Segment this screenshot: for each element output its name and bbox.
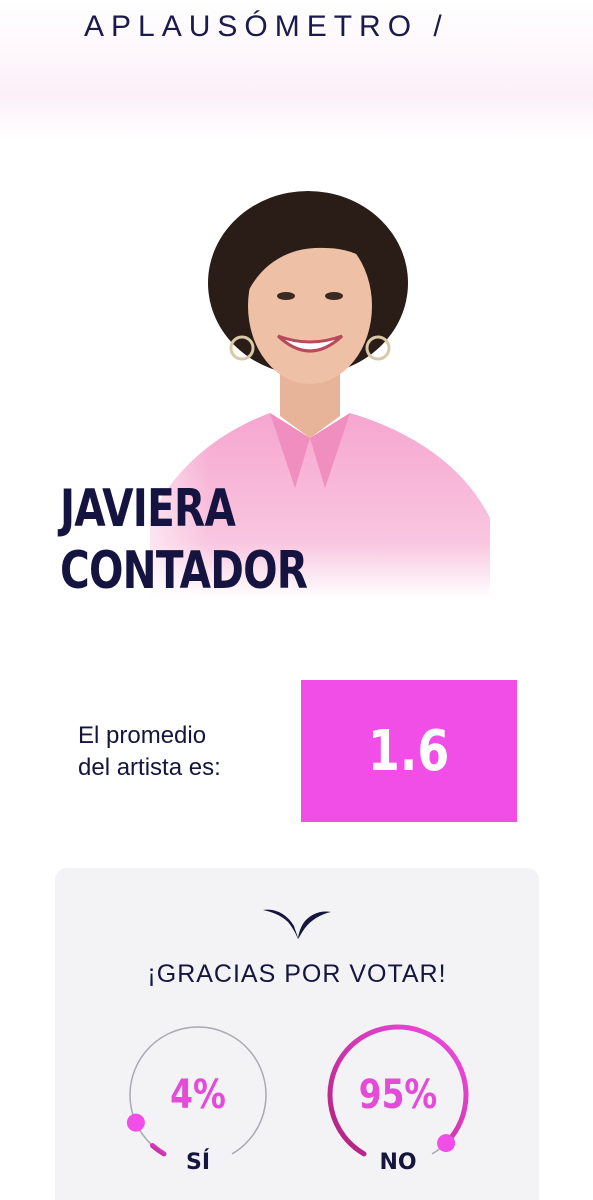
gauge-si: 4% SÍ [123, 1020, 273, 1180]
page: APLAUSÓMETRO / JAVIERA CONTADOR El prome… [0, 0, 593, 1200]
average-score-value: 1.6 [368, 718, 450, 784]
average-label: El promedio del artista es: [78, 720, 288, 784]
average-label-line2: del artista es: [78, 754, 221, 781]
gauge-si-label: SÍ [185, 1150, 211, 1175]
average-score-box: 1.6 [301, 680, 517, 822]
header: APLAUSÓMETRO / [0, 0, 593, 62]
thanks-message: ¡GRACIAS POR VOTAR! [147, 960, 447, 988]
average-label-line1: El promedio [78, 722, 207, 749]
gauge-no-label: NO [379, 1150, 417, 1175]
gauge-si-percent: 4% [170, 1072, 226, 1118]
artist-name-line1: JAVIERA [60, 479, 236, 539]
gauge-no: 95% NO [323, 1020, 473, 1180]
artist-name: JAVIERA CONTADOR [60, 478, 388, 602]
bird-logo-icon [261, 904, 333, 940]
artist-name-line2: CONTADOR [60, 541, 308, 601]
gauge-no-percent: 95% [358, 1072, 438, 1118]
vote-results-card: ¡GRACIAS POR VOTAR! 4% SÍ 95% NO [55, 868, 539, 1200]
page-title: APLAUSÓMETRO / [84, 10, 449, 43]
